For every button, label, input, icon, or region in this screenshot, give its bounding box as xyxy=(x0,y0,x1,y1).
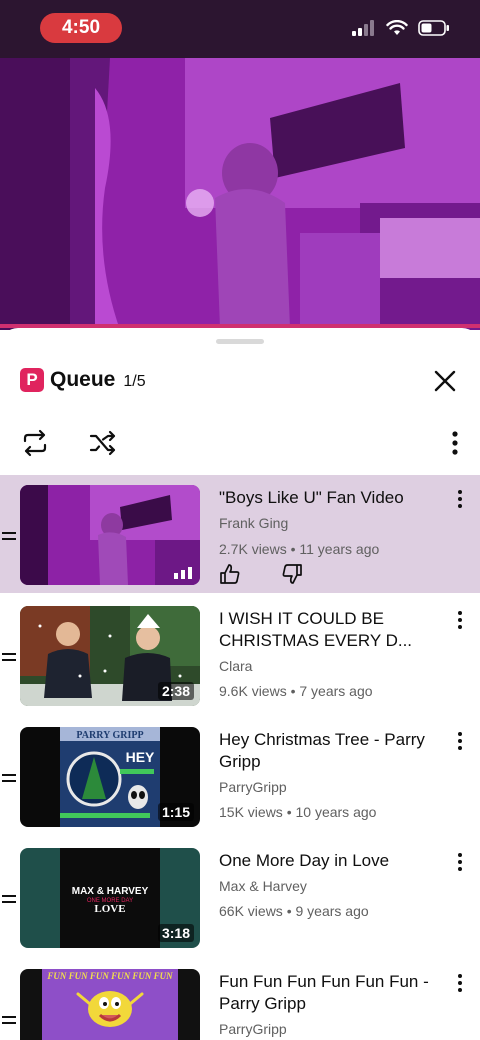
queue-title: Queue xyxy=(50,368,116,391)
item-more-icon[interactable] xyxy=(456,610,464,630)
drag-handle-icon[interactable] xyxy=(2,652,16,662)
drag-handle-icon[interactable] xyxy=(2,894,16,904)
queue-header: P Queue 1/5 xyxy=(20,368,146,392)
video-meta: 2.7K views • 11 years ago xyxy=(219,541,380,557)
queue-item[interactable]: 2:38 I WISH IT COULD BE CHRISTMAS EVERY … xyxy=(0,596,480,714)
video-thumbnail[interactable]: MAX & HARVEY ONE MORE DAY LOVE 3:18 xyxy=(20,848,200,948)
battery-icon xyxy=(418,20,449,36)
video-duration: 1:15 xyxy=(157,803,194,821)
queue-sheet: P Queue 1/5 "Boys Like U" Fan Video Fran… xyxy=(0,328,480,1040)
more-options-icon[interactable] xyxy=(450,428,460,458)
item-more-icon[interactable] xyxy=(456,852,464,872)
video-thumbnail[interactable]: PARRY GRIPP HEY 1:15 xyxy=(20,727,200,827)
thumb-max-harvey-text: MAX & HARVEY xyxy=(72,886,149,897)
item-more-icon[interactable] xyxy=(456,731,464,751)
video-thumbnail[interactable]: 2:38 xyxy=(20,606,200,706)
video-frame xyxy=(0,58,480,330)
thumb-love-text: LOVE xyxy=(94,903,125,915)
video-duration: 2:38 xyxy=(157,682,194,700)
channel-name: ParryGripp xyxy=(219,779,287,795)
video-title[interactable]: I WISH IT COULD BE CHRISTMAS EVERY D... xyxy=(219,608,444,652)
status-time: 4:50 xyxy=(40,13,122,43)
video-meta: 66K views • 9 years ago xyxy=(219,903,369,919)
channel-name: Max & Harvey xyxy=(219,878,307,894)
queue-count: 1/5 xyxy=(123,373,146,390)
item-more-icon[interactable] xyxy=(456,489,464,509)
video-thumbnail[interactable] xyxy=(20,485,200,585)
thumbs-up-icon[interactable] xyxy=(219,563,241,585)
channel-name: ParryGripp xyxy=(219,1021,287,1037)
drag-handle-icon[interactable] xyxy=(2,531,16,541)
queue-item[interactable]: PARRY GRIPP HEY 1:15 Hey Christmas Tree … xyxy=(0,717,480,835)
video-meta: 9.6K views • 7 years ago xyxy=(219,683,373,699)
queue-controls xyxy=(20,428,460,458)
now-playing-icon xyxy=(174,567,192,579)
video-title[interactable]: Fun Fun Fun Fun Fun Fun - Parry Gripp xyxy=(219,971,444,1015)
queue-playlist-icon: P xyxy=(20,368,44,392)
video-title[interactable]: One More Day in Love xyxy=(219,850,444,872)
video-thumbnail[interactable]: FUN FUN FUN FUN FUN FUN xyxy=(20,969,200,1040)
wifi-icon xyxy=(386,20,408,35)
thumb-hey-text: HEY xyxy=(126,749,155,765)
drag-handle-icon[interactable] xyxy=(2,1015,16,1025)
queue-item[interactable]: FUN FUN FUN FUN FUN FUN Fun Fun Fun Fun … xyxy=(0,959,480,1040)
thumb-fun-banner-text: FUN FUN FUN FUN FUN FUN xyxy=(46,971,173,981)
close-icon[interactable] xyxy=(432,368,458,394)
thumb-parry-gripp-text: PARRY GRIPP xyxy=(76,730,143,741)
thumbs-down-icon[interactable] xyxy=(281,563,303,585)
status-icons xyxy=(352,20,450,36)
queue-item[interactable]: MAX & HARVEY ONE MORE DAY LOVE 3:18 One … xyxy=(0,838,480,956)
cellular-signal-icon xyxy=(352,20,374,36)
drag-handle-icon[interactable] xyxy=(2,773,16,783)
repeat-icon[interactable] xyxy=(20,428,50,458)
item-more-icon[interactable] xyxy=(456,973,464,993)
sheet-drag-handle[interactable] xyxy=(216,339,264,344)
shuffle-icon[interactable] xyxy=(88,428,118,458)
video-player[interactable] xyxy=(0,58,480,330)
channel-name: Clara xyxy=(219,658,253,674)
video-title[interactable]: "Boys Like U" Fan Video xyxy=(219,487,444,509)
video-duration: 3:18 xyxy=(157,924,194,942)
queue-item[interactable]: "Boys Like U" Fan Video Frank Ging 2.7K … xyxy=(0,475,480,593)
status-bar: 4:50 xyxy=(0,0,480,58)
channel-name: Frank Ging xyxy=(219,515,289,531)
video-title[interactable]: Hey Christmas Tree - Parry Gripp xyxy=(219,729,444,773)
video-meta: 15K views • 10 years ago xyxy=(219,804,377,820)
